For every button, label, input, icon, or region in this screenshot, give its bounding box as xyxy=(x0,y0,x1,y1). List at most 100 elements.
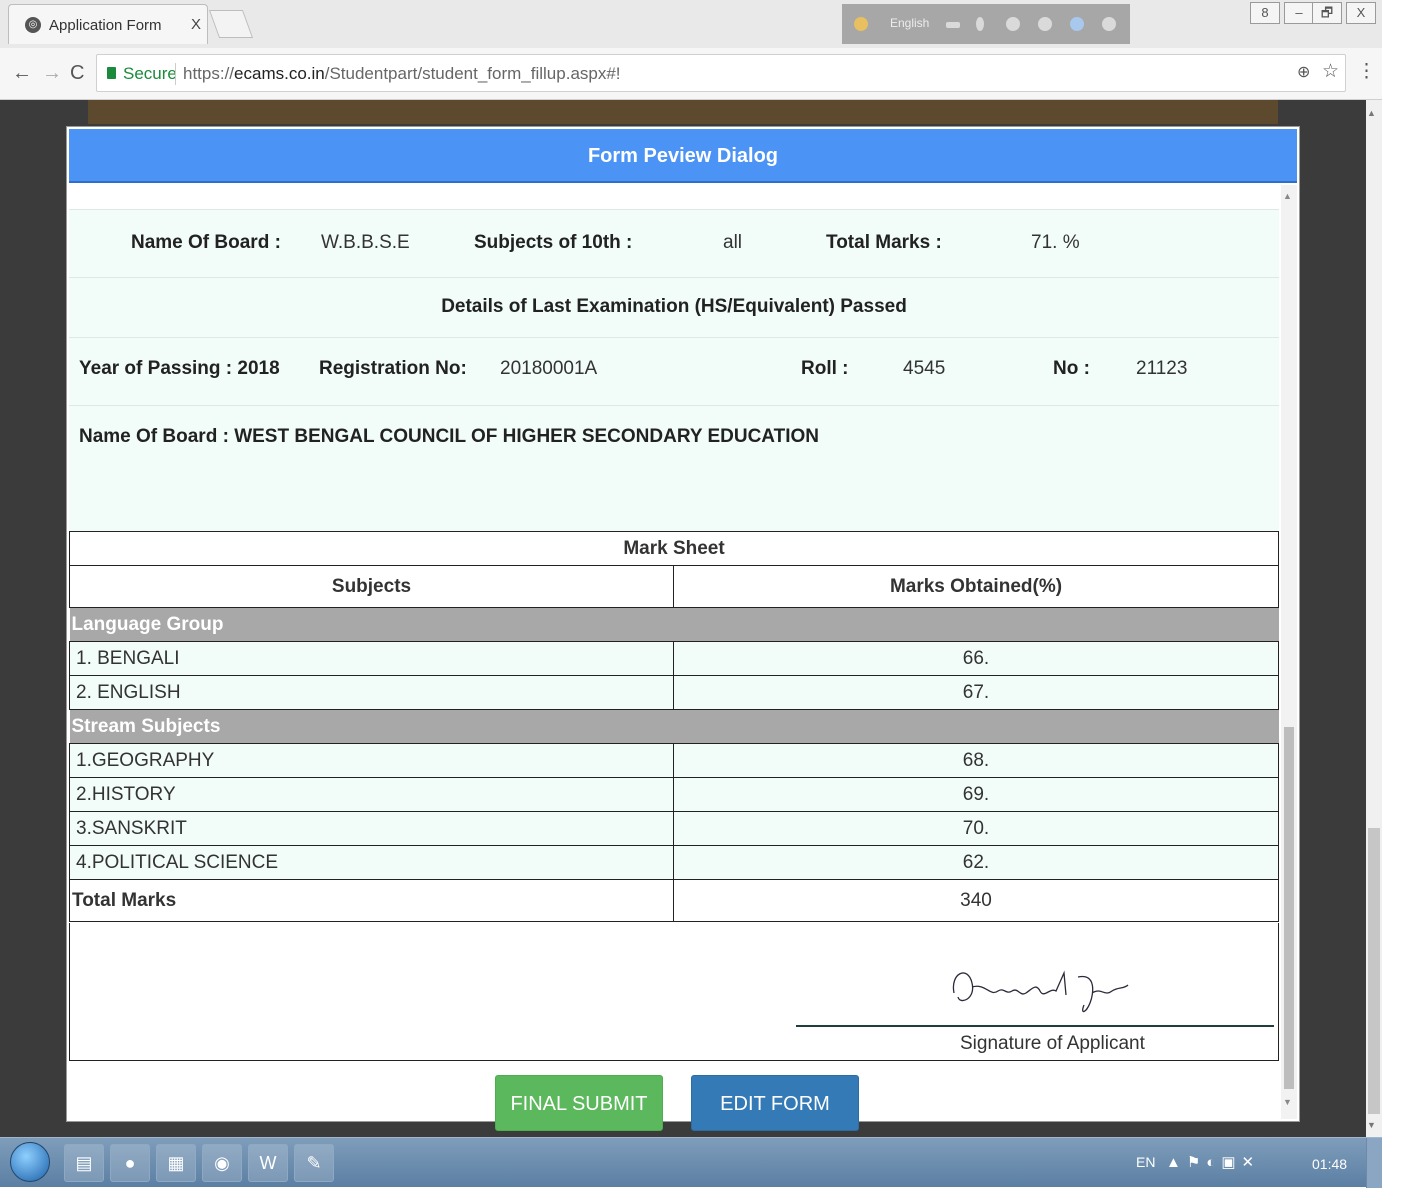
language-toolbar: English xyxy=(842,4,1130,44)
tenth-total-value: 71. % xyxy=(1031,232,1080,253)
tenth-board-label: Name Of Board : xyxy=(131,232,281,253)
registration-label: Registration No: xyxy=(319,358,467,379)
restore-button[interactable]: 🗗 xyxy=(1312,2,1342,24)
browser-tab-bar: ◎ Application Form X English 8 – 🗗 X xyxy=(0,0,1382,48)
hs-board-name: Name Of Board : WEST BENGAL COUNCIL OF H… xyxy=(79,426,819,447)
url-divider xyxy=(175,63,176,85)
minimize-button[interactable]: – xyxy=(1284,2,1314,24)
clock[interactable]: 01:48 xyxy=(1312,1156,1347,1172)
tenth-total-label: Total Marks : xyxy=(826,232,942,253)
subject-cell: 2.HISTORY xyxy=(69,777,674,812)
tenth-board-value: W.B.B.S.E xyxy=(321,232,410,253)
signature-area: Signature of Applicant xyxy=(69,923,1279,1061)
page-scroll-up-icon[interactable]: ▲ xyxy=(1367,108,1376,118)
bookmark-star-icon[interactable]: ☆ xyxy=(1322,60,1339,83)
help-icon[interactable] xyxy=(1070,17,1084,31)
last-exam-heading-row: Details of Last Examination (HS/Equivale… xyxy=(69,277,1279,337)
language-label[interactable]: English xyxy=(890,16,929,30)
mark-sheet-title: Mark Sheet xyxy=(69,531,1279,566)
spacer-row xyxy=(69,473,1279,531)
group-row: Language Group xyxy=(69,607,1279,642)
url-scheme: https:// xyxy=(183,64,235,83)
group-row: Stream Subjects xyxy=(69,709,1279,744)
dialog-scrollbar-thumb[interactable] xyxy=(1284,727,1294,1089)
browser-menu-icon[interactable]: ⋮ xyxy=(1357,60,1376,83)
user-icon[interactable]: 8 xyxy=(1250,2,1280,24)
table-row: 1.GEOGRAPHY 68. xyxy=(69,743,1279,778)
year-of-passing: Year of Passing : 2018 xyxy=(79,358,280,379)
subject-cell: 1.GEOGRAPHY xyxy=(69,743,674,778)
firefox-icon[interactable]: ● xyxy=(110,1144,150,1182)
secure-label: Secure xyxy=(123,64,177,83)
table-row: 4.POLITICAL SCIENCE 62. xyxy=(69,845,1279,880)
windows-taskbar: ▤ ● ▦ ◉ W ✎ EN ▲⚑◐▣✕ 01:48 xyxy=(0,1137,1382,1188)
tenth-subjects-value: all xyxy=(723,232,743,253)
system-tray-icons[interactable]: ▲⚑◐▣✕ xyxy=(1166,1153,1260,1171)
calculator-icon[interactable]: ▦ xyxy=(156,1144,196,1182)
dialog-header: Form Peview Dialog xyxy=(69,129,1297,183)
url-path: /Studentpart/student_form_fillup.aspx#! xyxy=(324,64,621,83)
window-controls: 8 – 🗗 X xyxy=(1248,2,1380,26)
total-marks-label: Total Marks xyxy=(69,879,674,922)
dialog-body: Name Of Board : W.B.B.S.E Subjects of 10… xyxy=(69,185,1279,1131)
show-desktop-button[interactable] xyxy=(1366,1138,1382,1188)
table-row: 1. BENGALI 66. xyxy=(69,641,1279,676)
final-submit-button[interactable]: FINAL SUBMIT xyxy=(495,1075,663,1131)
total-row: Total Marks 340 xyxy=(69,879,1279,922)
browser-tab[interactable]: ◎ Application Form X xyxy=(8,4,208,44)
group-name: Language Group xyxy=(69,607,1279,642)
mark-cell: 68. xyxy=(673,743,1279,778)
settings-icon[interactable] xyxy=(1006,17,1020,31)
marks-column-header: Marks Obtained(%) xyxy=(673,565,1279,608)
address-bar[interactable]: Secure https://ecams.co.in/Studentpart/s… xyxy=(96,54,1346,92)
signature-label: Signature of Applicant xyxy=(960,1033,1145,1054)
total-marks-value: 340 xyxy=(673,879,1279,922)
zoom-icon[interactable]: ⊕ xyxy=(1297,62,1310,82)
mark-cell: 62. xyxy=(673,845,1279,880)
mark-sheet-table: Mark Sheet Subjects Marks Obtained(%) La… xyxy=(69,531,1279,922)
dialog-title: Form Peview Dialog xyxy=(587,145,779,167)
last-exam-details-row: Year of Passing : 2018 Registration No: … xyxy=(69,337,1279,405)
page-background-strip xyxy=(88,100,1278,124)
table-row: 3.SANSKRIT 70. xyxy=(69,811,1279,846)
input-language-indicator[interactable]: EN xyxy=(1136,1154,1155,1170)
word-icon[interactable]: W xyxy=(248,1144,288,1182)
close-window-button[interactable]: X xyxy=(1346,2,1376,24)
roll-value: 4545 xyxy=(903,358,946,379)
forward-icon[interactable]: → xyxy=(42,62,62,85)
url-text[interactable]: https://ecams.co.in/Studentpart/student_… xyxy=(183,64,621,84)
subject-cell: 4.POLITICAL SCIENCE xyxy=(69,845,674,880)
no-label: No : xyxy=(1053,358,1090,379)
info-icon[interactable] xyxy=(1102,17,1116,31)
start-button[interactable] xyxy=(10,1142,50,1182)
language-tool-icon[interactable] xyxy=(854,17,868,31)
back-icon[interactable]: ← xyxy=(12,62,32,85)
file-explorer-icon[interactable]: ▤ xyxy=(64,1144,104,1182)
edit-icon[interactable] xyxy=(1038,17,1052,31)
page-scroll-down-icon[interactable]: ▼ xyxy=(1367,1120,1376,1130)
keyboard-icon[interactable] xyxy=(946,22,960,28)
tab-close-icon[interactable]: X xyxy=(191,16,201,33)
hs-board-row: Name Of Board : WEST BENGAL COUNCIL OF H… xyxy=(69,405,1279,473)
chrome-icon[interactable]: ◉ xyxy=(202,1144,242,1182)
form-preview-dialog: Form Peview Dialog Name Of Board : W.B.B… xyxy=(66,126,1300,1131)
site-favicon-icon: ◎ xyxy=(25,17,41,33)
dialog-scroll-up-icon[interactable]: ▲ xyxy=(1283,191,1292,201)
tenth-details-row: Name Of Board : W.B.B.S.E Subjects of 10… xyxy=(69,209,1279,277)
last-exam-heading: Details of Last Examination (HS/Equivale… xyxy=(441,296,907,317)
roll-label: Roll : xyxy=(801,358,849,379)
table-row: 2.HISTORY 69. xyxy=(69,777,1279,812)
mark-sheet-title-row: Mark Sheet xyxy=(69,531,1279,566)
no-value: 21123 xyxy=(1136,358,1188,379)
reload-icon[interactable]: C xyxy=(70,62,84,85)
dialog-scroll-down-icon[interactable]: ▼ xyxy=(1283,1097,1292,1107)
page-scrollbar-thumb[interactable] xyxy=(1368,828,1380,1114)
edit-form-button[interactable]: EDIT FORM xyxy=(691,1075,859,1131)
mark-cell: 66. xyxy=(673,641,1279,676)
mark-cell: 67. xyxy=(673,675,1279,710)
tool-icon[interactable] xyxy=(976,17,984,31)
subjects-column-header: Subjects xyxy=(69,565,674,608)
tenth-subjects-label: Subjects of 10th : xyxy=(474,232,633,253)
new-tab-button[interactable] xyxy=(208,10,254,38)
paint-icon[interactable]: ✎ xyxy=(294,1144,334,1182)
